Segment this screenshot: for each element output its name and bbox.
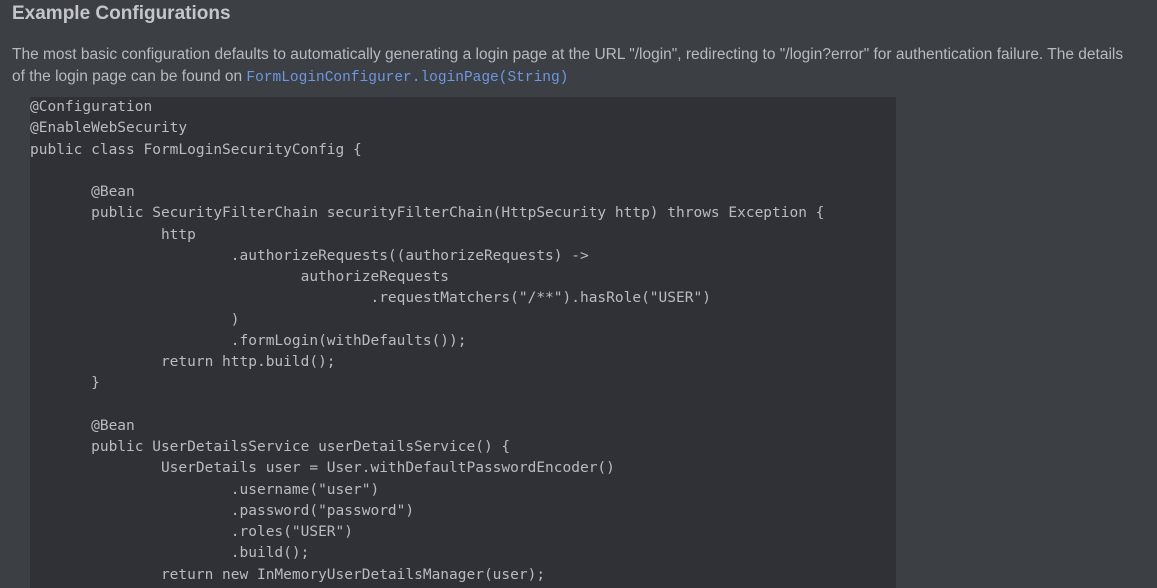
- documentation-popup: Example Configurations The most basic co…: [0, 0, 1157, 588]
- form-login-configurer-link[interactable]: FormLoginConfigurer.loginPage(String): [246, 70, 568, 86]
- description-paragraph: The most basic configuration defaults to…: [12, 44, 1132, 89]
- code-example: @Configuration @EnableWebSecurity public…: [30, 99, 825, 583]
- section-title: Example Configurations: [12, 3, 231, 24]
